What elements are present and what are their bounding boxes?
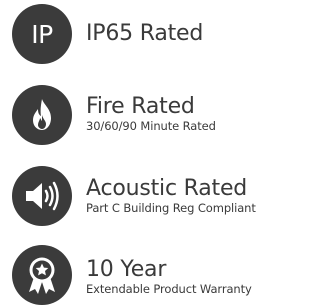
feature-acoustic-rated-text: Acoustic Rated Part C Building Reg Compl… <box>86 176 307 216</box>
feature-title: Fire Rated <box>86 94 195 119</box>
feature-title: IP65 Rated <box>86 21 204 46</box>
feature-warranty-text: 10 Year Extendable Product Warranty <box>86 257 307 297</box>
ip-icon: IP <box>12 4 72 64</box>
feature-subtitle: Extendable Product Warranty <box>86 282 252 296</box>
feature-subtitle: 30/60/90 Minute Rated <box>86 119 216 133</box>
feature-ip65-text: IP65 Rated <box>86 22 307 46</box>
feature-ip65: IP IP65 Rated <box>12 4 307 66</box>
feature-title: 10 Year <box>86 257 167 282</box>
feature-fire-rated-text: Fire Rated 30/60/90 Minute Rated <box>86 94 307 134</box>
feature-subtitle: Part C Building Reg Compliant <box>86 201 256 215</box>
award-ribbon-icon <box>12 245 72 305</box>
speaker-icon <box>12 166 72 226</box>
feature-title: Acoustic Rated <box>86 176 248 201</box>
feature-warranty: 10 Year Extendable Product Warranty <box>12 245 307 307</box>
feature-fire-rated: Fire Rated 30/60/90 Minute Rated <box>12 85 307 147</box>
ip-icon-text: IP <box>31 19 53 49</box>
feature-acoustic-rated: Acoustic Rated Part C Building Reg Compl… <box>12 166 307 228</box>
flame-icon <box>12 85 72 145</box>
